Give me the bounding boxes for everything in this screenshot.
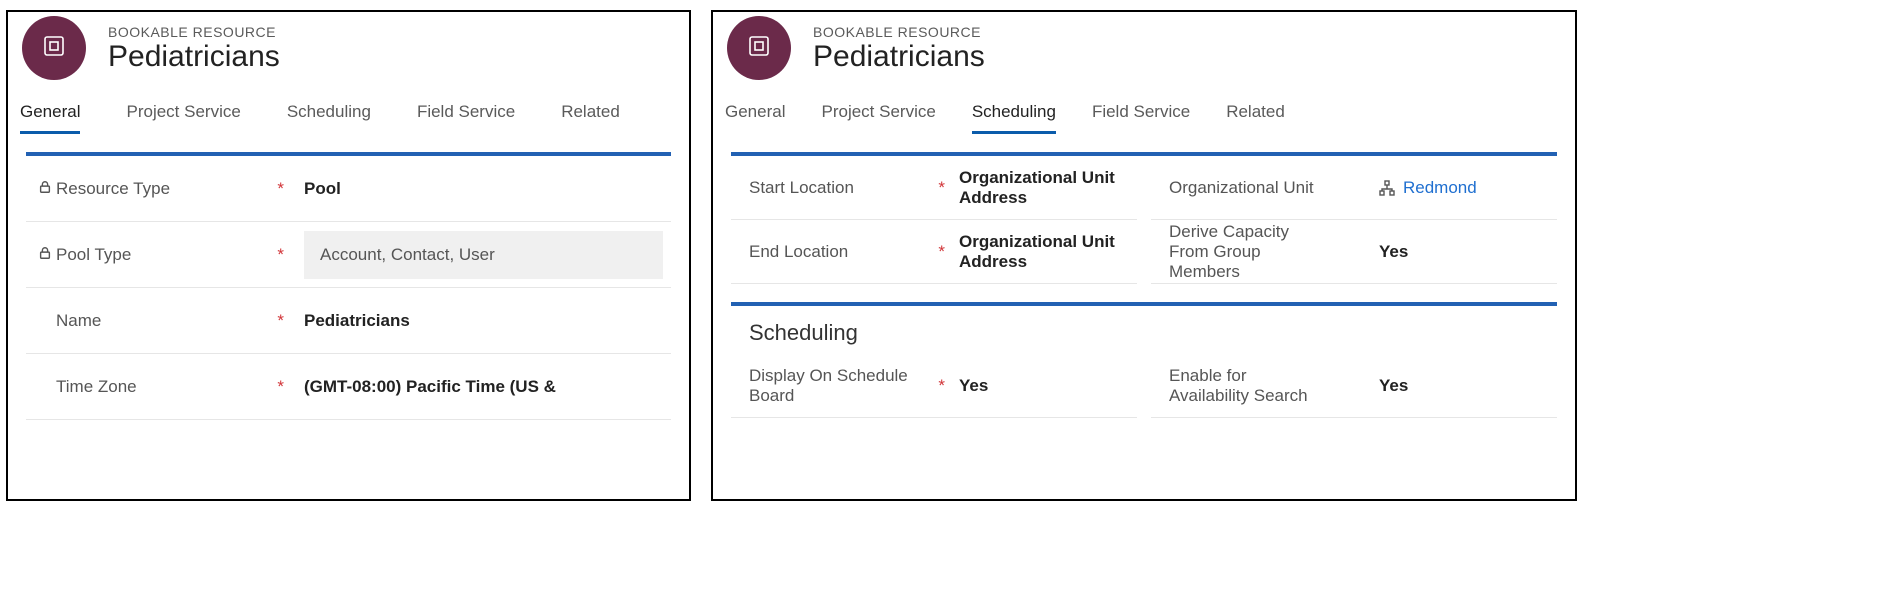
- field-label: Enable for Availability Search: [1169, 366, 1329, 406]
- record-title: Pediatricians: [108, 40, 280, 73]
- lock-icon: [38, 179, 52, 199]
- record-header: BOOKABLE RESOURCE Pediatricians: [713, 12, 1575, 80]
- start-location-value[interactable]: Organizational Unit Address: [959, 168, 1133, 208]
- scheduling-section: Scheduling Display On Schedule Board * Y…: [731, 302, 1557, 418]
- field-label: Start Location: [749, 178, 854, 198]
- end-location-value[interactable]: Organizational Unit Address: [959, 232, 1133, 272]
- field-label: Derive Capacity From Group Members: [1169, 222, 1329, 282]
- field-label: End Location: [749, 242, 848, 262]
- tab-scheduling[interactable]: Scheduling: [287, 102, 371, 132]
- field-row-resource-type: Resource Type * Pool: [26, 156, 671, 222]
- scheduling-top-section: Start Location * Organizational Unit Add…: [731, 152, 1557, 284]
- resource-icon: [747, 34, 771, 63]
- section-title: Scheduling: [731, 306, 1557, 354]
- tab-bar: General Project Service Scheduling Field…: [8, 80, 689, 134]
- enable-availability-value[interactable]: Yes: [1379, 376, 1553, 396]
- resource-type-value[interactable]: Pool: [304, 179, 663, 199]
- tab-field-service[interactable]: Field Service: [1092, 102, 1190, 132]
- required-marker: *: [277, 311, 284, 331]
- field-row-pool-type: Pool Type * Account, Contact, User: [26, 222, 671, 288]
- required-marker: *: [277, 245, 284, 265]
- field-row-end-location: End Location * Organizational Unit Addre…: [731, 220, 1137, 284]
- record-title: Pediatricians: [813, 40, 985, 73]
- org-unit-link-text: Redmond: [1403, 178, 1477, 197]
- display-on-board-value[interactable]: Yes: [959, 376, 1133, 396]
- record-panel-general: BOOKABLE RESOURCE Pediatricians General …: [6, 10, 691, 501]
- field-label: Display On Schedule Board: [749, 366, 909, 406]
- record-panel-scheduling: BOOKABLE RESOURCE Pediatricians General …: [711, 10, 1577, 501]
- tab-scheduling[interactable]: Scheduling: [972, 102, 1056, 132]
- entity-avatar: [22, 16, 86, 80]
- entity-type-label: BOOKABLE RESOURCE: [813, 25, 985, 40]
- entity-avatar: [727, 16, 791, 80]
- tab-general[interactable]: General: [20, 102, 80, 132]
- lock-icon: [38, 245, 52, 265]
- required-marker: *: [277, 377, 284, 397]
- field-label: Name: [56, 311, 101, 331]
- field-label: Resource Type: [56, 179, 170, 199]
- general-section: Resource Type * Pool Pool Type * Account…: [26, 152, 671, 420]
- derive-capacity-value[interactable]: Yes: [1379, 242, 1553, 262]
- tab-project-service[interactable]: Project Service: [126, 102, 240, 132]
- tab-bar: General Project Service Scheduling Field…: [713, 80, 1575, 134]
- tab-related[interactable]: Related: [1226, 102, 1285, 132]
- field-label: Pool Type: [56, 245, 131, 265]
- pool-type-value[interactable]: Account, Contact, User: [304, 231, 663, 279]
- field-row-name: Name * Pediatricians: [26, 288, 671, 354]
- field-label: Organizational Unit: [1169, 178, 1314, 198]
- record-header: BOOKABLE RESOURCE Pediatricians: [8, 12, 689, 80]
- required-marker: *: [938, 178, 945, 198]
- tab-field-service[interactable]: Field Service: [417, 102, 515, 132]
- org-unit-value[interactable]: Redmond: [1379, 178, 1553, 198]
- tab-general[interactable]: General: [725, 102, 785, 132]
- required-marker: *: [277, 179, 284, 199]
- name-value[interactable]: Pediatricians: [304, 311, 663, 331]
- resource-icon: [42, 34, 66, 63]
- field-row-derive-capacity: Derive Capacity From Group Members * Yes: [1151, 220, 1557, 284]
- time-zone-value[interactable]: (GMT-08:00) Pacific Time (US &: [304, 377, 663, 397]
- field-row-start-location: Start Location * Organizational Unit Add…: [731, 156, 1137, 220]
- entity-type-label: BOOKABLE RESOURCE: [108, 25, 280, 40]
- field-row-enable-availability: Enable for Availability Search * Yes: [1151, 354, 1557, 418]
- field-row-display-on-board: Display On Schedule Board * Yes: [731, 354, 1137, 418]
- org-chart-icon: [1379, 178, 1403, 197]
- field-row-org-unit: Organizational Unit * Redmond: [1151, 156, 1557, 220]
- field-label: Time Zone: [56, 377, 137, 397]
- required-marker: *: [938, 376, 945, 396]
- tab-related[interactable]: Related: [561, 102, 620, 132]
- required-marker: *: [938, 242, 945, 262]
- field-row-time-zone: Time Zone * (GMT-08:00) Pacific Time (US…: [26, 354, 671, 420]
- tab-project-service[interactable]: Project Service: [821, 102, 935, 132]
